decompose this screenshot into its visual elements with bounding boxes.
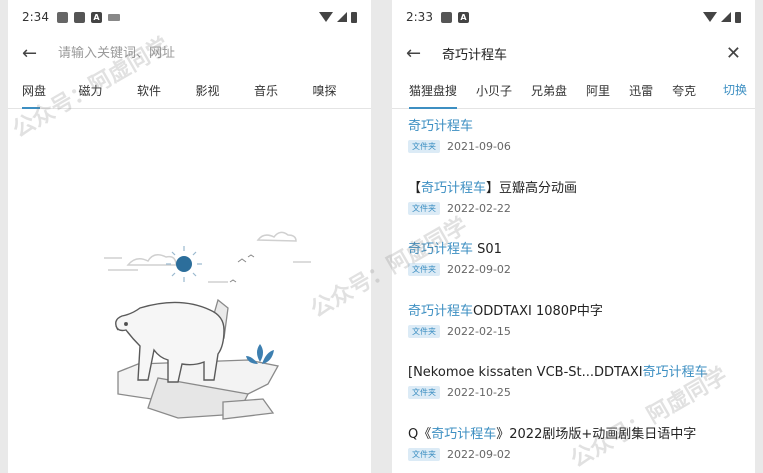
result-title: Q《奇巧计程车》2022剧场版+动画剧集日语中字 [408, 423, 755, 442]
title-highlight: 奇巧计程车 [431, 426, 497, 442]
title-suffix: S01 [473, 242, 502, 257]
list-item[interactable]: 奇巧计程车 S01 文件夹 2022-09-02 [408, 232, 755, 294]
title-highlight: 奇巧计程车 [408, 242, 474, 257]
square-icon [73, 11, 85, 23]
battery-icon [351, 11, 357, 23]
result-date: 2022-02-22 [447, 201, 511, 215]
tab-xunlei[interactable]: 迅雷 [629, 82, 653, 99]
tab-music[interactable]: 音乐 [254, 82, 312, 99]
result-date: 2022-02-15 [447, 324, 511, 338]
result-title: 奇巧计程车 S01 [408, 238, 755, 257]
status-bar: 2:34 A [8, 0, 371, 34]
list-item[interactable]: 奇巧计程车ODDTAXI 1080P中字 文件夹 2022-02-15 [408, 294, 755, 356]
title-highlight: 奇巧计程车 [642, 365, 708, 380]
back-arrow-icon[interactable]: ← [22, 43, 48, 64]
tab-bar: 猫狸盘搜 小贝子 兄弟盘 阿里 迅雷 夸克 切换 [392, 73, 755, 109]
result-title: [Nekomoe kissaten VCB-St...DDTAXI奇巧计程车 [408, 361, 755, 380]
title-suffix: 》2022剧场版+动画剧集日语中字 [496, 426, 697, 442]
list-item[interactable]: 奇巧计程车 文件夹 2021-09-06 [408, 109, 755, 171]
result-list: 奇巧计程车 文件夹 2021-09-06 【奇巧计程车】豆瓣高分动画 文件夹 202… [392, 109, 755, 473]
a-icon: A [90, 11, 102, 23]
list-item[interactable]: 【奇巧计程车】豆瓣高分动画 文件夹 2022-02-22 [408, 171, 755, 233]
list-item[interactable]: [Nekomoe kissaten VCB-St...DDTAXI奇巧计程车 文… [408, 355, 755, 417]
status-bar: 2:33 A [392, 0, 755, 34]
folder-badge: 文件夹 [408, 201, 440, 215]
folder-badge: 文件夹 [408, 140, 440, 153]
folder-badge: 文件夹 [408, 447, 440, 461]
title-suffix: 】豆瓣高分动画 [486, 180, 578, 196]
a-icon: A [457, 11, 469, 23]
title-highlight: 奇巧计程车 [408, 303, 474, 319]
status-time: 2:33 [406, 10, 433, 24]
tab-xiongdipan[interactable]: 兄弟盘 [531, 82, 567, 99]
tab-netdisk[interactable]: 网盘 [22, 82, 79, 109]
tab-bar: 网盘 磁力 软件 影视 音乐 嗅探 [8, 73, 371, 109]
tab-software[interactable]: 软件 [137, 82, 195, 99]
folder-badge: 文件夹 [408, 263, 440, 276]
result-date: 2022-10-25 [447, 386, 511, 399]
status-time: 2:34 [22, 10, 49, 24]
result-date: 2022-09-02 [447, 447, 511, 461]
search-input[interactable] [442, 45, 726, 61]
square-icon [440, 11, 452, 23]
tab-video[interactable]: 影视 [196, 82, 254, 99]
tab-xiaobeizi[interactable]: 小贝子 [476, 82, 512, 99]
search-input[interactable] [58, 45, 357, 61]
folder-badge: 文件夹 [408, 324, 440, 338]
title-suffix: ODDTAXI 1080P中字 [473, 303, 603, 319]
result-title: 奇巧计程车ODDTAXI 1080P中字 [408, 300, 755, 319]
search-bar: ← [8, 34, 371, 72]
tab-ali[interactable]: 阿里 [586, 82, 610, 99]
left-screen: 2:34 A ← 网盘 磁力 软件 影视 音乐 嗅探 [8, 0, 371, 473]
list-item[interactable]: Q《奇巧计程车》2022剧场版+动画剧集日语中字 文件夹 2022-09-02 [408, 417, 755, 473]
back-arrow-icon[interactable]: ← [406, 43, 432, 64]
result-date: 2022-09-02 [447, 263, 511, 276]
battery-icon [735, 11, 741, 23]
result-title: 【奇巧计程车】豆瓣高分动画 [408, 177, 755, 196]
tab-magnet[interactable]: 磁力 [79, 82, 137, 99]
close-icon[interactable]: ✕ [726, 43, 741, 64]
folder-badge: 文件夹 [408, 386, 440, 399]
signal-icon [337, 12, 347, 22]
title-prefix: Q《 [408, 426, 432, 442]
wifi-icon [703, 12, 717, 22]
result-date: 2021-09-06 [447, 140, 511, 153]
image-icon [56, 11, 68, 23]
switch-button[interactable]: 切换 [716, 73, 747, 108]
sun-icon [176, 256, 192, 272]
title-highlight: 奇巧计程车 [408, 119, 474, 134]
title-prefix: [Nekomoe kissaten VCB-St...DDTAXI [408, 365, 643, 380]
tab-sniff[interactable]: 嗅探 [312, 82, 370, 99]
tab-maoli[interactable]: 猫狸盘搜 [409, 82, 458, 109]
cloud-icon [104, 231, 311, 283]
keyboard-icon [107, 13, 120, 21]
right-screen: 2:33 A ← ✕ 猫狸盘搜 小贝子 兄弟盘 阿里 迅雷 夸克 切换 奇巧计程… [392, 0, 755, 473]
plant-icon [246, 344, 274, 364]
search-bar: ← ✕ [392, 34, 755, 72]
empty-state-illustration [104, 231, 311, 420]
wifi-icon [319, 12, 333, 22]
tab-fade [691, 73, 713, 108]
title-prefix: 【 [408, 180, 422, 196]
signal-icon [721, 12, 731, 22]
title-highlight: 奇巧计程车 [421, 180, 487, 196]
result-title: 奇巧计程车 [408, 115, 755, 134]
